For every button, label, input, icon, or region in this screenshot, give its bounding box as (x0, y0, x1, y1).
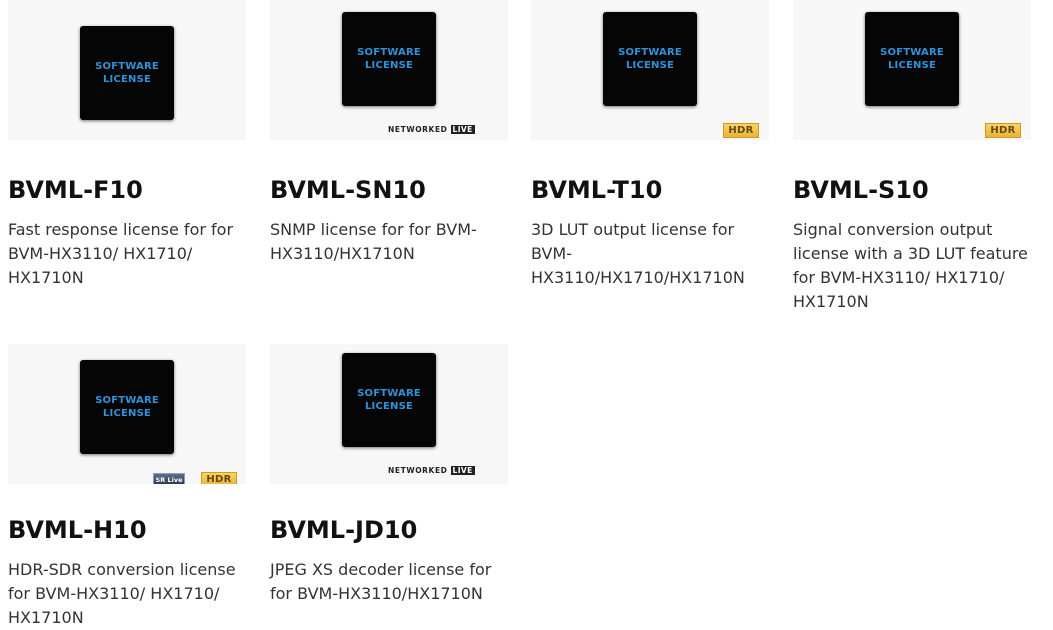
box-text-line1: SOFTWARE (357, 388, 421, 399)
box-text-line2: LICENSE (364, 60, 414, 71)
networked-live-badge: NETWORKED LIVE (388, 465, 475, 475)
product-description: Signal conversion output license with a … (793, 220, 1028, 311)
hdr-badge: HDR (985, 123, 1021, 138)
box-text-line2: LICENSE (887, 60, 937, 71)
software-license-box: SOFTWARE LICENSE (80, 360, 174, 454)
software-license-box: SOFTWARE LICENSE (865, 12, 959, 106)
product-title[interactable]: BVML-S10 (793, 176, 929, 204)
product-card-bvml-f10: SOFTWARE LICENSE (8, 0, 246, 140)
product-title[interactable]: BVML-F10 (8, 176, 143, 204)
product-image-bvml-h10[interactable]: SOFTWARE LICENSE SR Live HDR (8, 344, 246, 484)
product-description: JPEG XS decoder license for for BVM-HX31… (270, 560, 492, 603)
box-text-line2: LICENSE (102, 74, 152, 85)
hdr-badge: HDR (723, 123, 759, 138)
box-text-line1: SOFTWARE (880, 47, 944, 58)
product-image-bvml-f10[interactable]: SOFTWARE LICENSE (8, 0, 246, 140)
product-description: SNMP license for for BVM-HX3110/HX1710N (270, 220, 477, 263)
box-text-line1: SOFTWARE (357, 47, 421, 58)
box-text-line2: LICENSE (625, 60, 675, 71)
product-title[interactable]: BVML-SN10 (270, 176, 426, 204)
product-title[interactable]: BVML-JD10 (270, 516, 417, 544)
hdr-badge: HDR (201, 472, 237, 484)
box-text-line1: SOFTWARE (95, 61, 159, 72)
software-license-box: SOFTWARE LICENSE (342, 12, 436, 106)
product-title[interactable]: BVML-H10 (8, 516, 147, 544)
software-license-box: SOFTWARE LICENSE (80, 26, 174, 120)
product-description: HDR-SDR conversion license for BVM-HX311… (8, 560, 236, 627)
product-card-bvml-h10: SOFTWARE LICENSE SR Live HDR (8, 344, 246, 484)
product-card-bvml-t10: SOFTWARE LICENSE HDR (531, 0, 769, 140)
box-text-line2: LICENSE (102, 408, 152, 419)
box-text-line2: LICENSE (364, 401, 414, 412)
product-description: 3D LUT output license for BVM-HX3110/HX1… (531, 220, 745, 287)
software-license-box: SOFTWARE LICENSE (342, 353, 436, 447)
box-text-line1: SOFTWARE (95, 395, 159, 406)
product-description: Fast response license for for BVM-HX3110… (8, 220, 234, 287)
product-card-bvml-jd10: SOFTWARE LICENSE NETWORKED LIVE (270, 344, 508, 484)
box-text-line1: SOFTWARE (618, 47, 682, 58)
live-text: LIVE (450, 124, 475, 134)
product-image-bvml-s10[interactable]: SOFTWARE LICENSE HDR (793, 0, 1031, 140)
networked-live-badge: NETWORKED LIVE (388, 124, 475, 134)
networked-text: NETWORKED (388, 465, 448, 475)
live-text: LIVE (450, 465, 475, 475)
product-card-bvml-sn10: SOFTWARE LICENSE NETWORKED LIVE (270, 0, 508, 140)
product-image-bvml-jd10[interactable]: SOFTWARE LICENSE NETWORKED LIVE (270, 344, 508, 484)
software-license-box: SOFTWARE LICENSE (603, 12, 697, 106)
networked-text: NETWORKED (388, 124, 448, 134)
sr-live-badge: SR Live (153, 473, 185, 484)
product-title[interactable]: BVML-T10 (531, 176, 662, 204)
product-image-bvml-sn10[interactable]: SOFTWARE LICENSE NETWORKED LIVE (270, 0, 508, 140)
product-card-bvml-s10: SOFTWARE LICENSE HDR (793, 0, 1031, 140)
product-image-bvml-t10[interactable]: SOFTWARE LICENSE HDR (531, 0, 769, 140)
